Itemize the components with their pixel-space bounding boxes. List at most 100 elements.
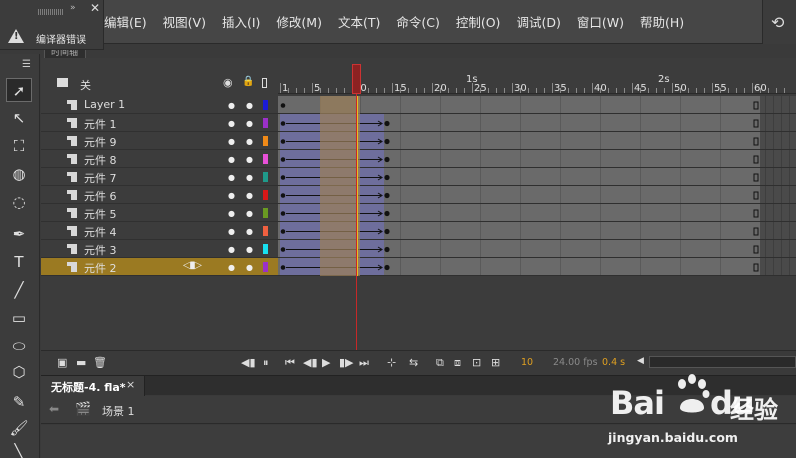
layer-name[interactable]: 元件 4 [84, 224, 117, 240]
visibility-dot[interactable]: ● [228, 173, 235, 182]
last-frame-icon[interactable]: ⏭ [359, 356, 369, 370]
menu-item[interactable]: 命令(C) [396, 12, 439, 31]
menu-item[interactable]: 修改(M) [276, 12, 322, 31]
document-tab[interactable]: 无标题-4. fla* × [41, 376, 145, 396]
lock-dot[interactable]: ● [246, 137, 253, 146]
lock-dot[interactable]: ● [246, 245, 253, 254]
menu-item[interactable]: 文本(T) [338, 12, 380, 31]
fps-value[interactable]: 24.00 fps [553, 357, 598, 368]
current-frame-value[interactable]: 10 [521, 357, 533, 368]
new-folder-icon[interactable]: ▬ [76, 356, 86, 369]
layer-name[interactable]: 元件 1 [84, 116, 117, 132]
close-document-icon[interactable]: × [126, 378, 135, 391]
oval-tool-icon[interactable]: ⬭ [6, 334, 32, 358]
selection-tool-icon[interactable]: ➚ [6, 78, 32, 102]
layer-row[interactable]: 元件 6 ● ● [41, 186, 278, 204]
lock-dot[interactable]: ● [246, 209, 253, 218]
layer-color-swatch[interactable] [263, 118, 268, 128]
layer-row[interactable]: 元件 7 ● ● [41, 168, 278, 186]
frames-area[interactable]: 1510152025303540455055601s2s [278, 58, 796, 352]
scroll-left-icon[interactable]: ◀ [637, 356, 644, 366]
loop-icon[interactable]: ⏸ [263, 356, 269, 370]
menu-item[interactable]: 控制(O) [456, 12, 501, 31]
visibility-dot[interactable]: ● [228, 209, 235, 218]
layer-name[interactable]: 元件 6 [84, 188, 117, 204]
modify-markers-icon[interactable]: ⊡ [472, 356, 481, 369]
pencil-tool-icon[interactable]: ✎ [6, 390, 32, 414]
layer-folder-icon[interactable] [57, 78, 68, 87]
menu-item[interactable]: 调试(D) [516, 12, 560, 31]
visibility-dot[interactable]: ● [228, 119, 235, 128]
layer-row[interactable]: 元件 8 ● ● [41, 150, 278, 168]
layer-name[interactable]: Layer 1 [84, 98, 125, 111]
menu-item[interactable]: 视图(V) [163, 12, 206, 31]
lock-dot[interactable]: ● [246, 101, 253, 110]
free-transform-tool-icon[interactable]: ⛶ [6, 134, 32, 158]
next-frame-icon[interactable]: ▮▶ [339, 356, 354, 369]
brush-tool-icon[interactable]: 🖌 [6, 416, 32, 440]
sync-icon[interactable]: ⊞ [491, 356, 500, 369]
delete-layer-icon[interactable]: 🗑 [93, 356, 107, 369]
lock-dot[interactable]: ● [246, 173, 253, 182]
elapsed-time-value[interactable]: 0.4 s [602, 357, 625, 368]
layer-name[interactable]: 元件 5 [84, 206, 117, 222]
visibility-dot[interactable]: ● [228, 137, 235, 146]
subselection-tool-icon[interactable]: ↖ [6, 106, 32, 130]
sync-settings-button[interactable]: ⟲ [762, 0, 796, 44]
lock-all-icon[interactable]: 🔒 [242, 76, 254, 87]
layer-name[interactable]: 元件 2 [84, 260, 117, 276]
visibility-dot[interactable]: ● [228, 245, 235, 254]
visibility-dot[interactable]: ● [228, 191, 235, 200]
visibility-dot[interactable]: ● [228, 263, 235, 272]
visibility-dot[interactable]: ● [228, 227, 235, 236]
layer-name[interactable]: 元件 3 [84, 242, 117, 258]
layer-row[interactable]: 元件 5 ● ● [41, 204, 278, 222]
layer-name[interactable]: 元件 9 [84, 134, 117, 150]
lock-dot[interactable]: ● [246, 263, 253, 272]
onion-skin-icon[interactable]: ⊹ [387, 356, 396, 369]
prev-frame-icon[interactable]: ◀▮ [303, 356, 318, 369]
keyframe-nav-icon[interactable]: ◁▮▷ [183, 260, 202, 271]
collapse-panel-icon[interactable]: » [70, 3, 76, 13]
layer-color-swatch[interactable] [263, 136, 268, 146]
3d-rotation-tool-icon[interactable]: ◍ [6, 162, 32, 186]
layer-row[interactable]: 元件 9 ● ● [41, 132, 278, 150]
layer-row[interactable]: Layer 1 ● ● [41, 96, 278, 114]
play-icon[interactable]: ▶ [322, 356, 330, 369]
layer-color-swatch[interactable] [263, 208, 268, 218]
lasso-tool-icon[interactable]: ◌ [6, 190, 32, 214]
layer-row[interactable]: 元件 1 ● ● [41, 114, 278, 132]
menu-item[interactable]: 插入(I) [222, 12, 260, 31]
layer-color-swatch[interactable] [263, 154, 268, 164]
paint-tool-icon[interactable]: ╲ [6, 440, 32, 458]
menu-item[interactable]: 帮助(H) [640, 12, 684, 31]
menu-item[interactable]: 编辑(E) [104, 12, 147, 31]
layer-name[interactable]: 元件 8 [84, 152, 117, 168]
layer-color-swatch[interactable] [263, 262, 268, 272]
show-hide-all-icon[interactable]: ◉ [223, 76, 233, 89]
layer-row[interactable]: 元件 4 ● ● [41, 222, 278, 240]
visibility-dot[interactable]: ● [228, 155, 235, 164]
compiler-errors-panel[interactable]: » ✕ 编译器错误 [0, 0, 104, 50]
lock-dot[interactable]: ● [246, 191, 253, 200]
new-layer-icon[interactable]: ▣ [57, 356, 67, 369]
scene-name[interactable]: 场景 1 [102, 403, 135, 419]
layer-row[interactable]: 元件 3 ● ● [41, 240, 278, 258]
visibility-dot[interactable]: ● [228, 101, 235, 110]
layer-name[interactable]: 元件 7 [84, 170, 117, 186]
layer-color-swatch[interactable] [263, 190, 268, 200]
back-arrow-icon[interactable]: ⬅ [49, 402, 59, 416]
playhead[interactable] [352, 64, 361, 352]
first-frame-icon[interactable]: ⏮ [285, 356, 295, 370]
menu-item[interactable]: 窗口(W) [577, 12, 624, 31]
layer-color-swatch[interactable] [263, 226, 268, 236]
horizontal-scrollbar[interactable] [649, 356, 796, 368]
panel-grip[interactable] [38, 9, 64, 15]
edit-multiple-frames-icon[interactable]: ⧉ [436, 356, 444, 370]
playhead-handle[interactable] [352, 64, 361, 94]
document-tab-title[interactable]: 无标题-4. fla* [51, 379, 126, 395]
layer-color-swatch[interactable] [263, 100, 268, 110]
loop-playback-icon[interactable]: ⇆ [409, 356, 418, 369]
lock-dot[interactable]: ● [246, 155, 253, 164]
pen-tool-icon[interactable]: ✒ [6, 222, 32, 246]
